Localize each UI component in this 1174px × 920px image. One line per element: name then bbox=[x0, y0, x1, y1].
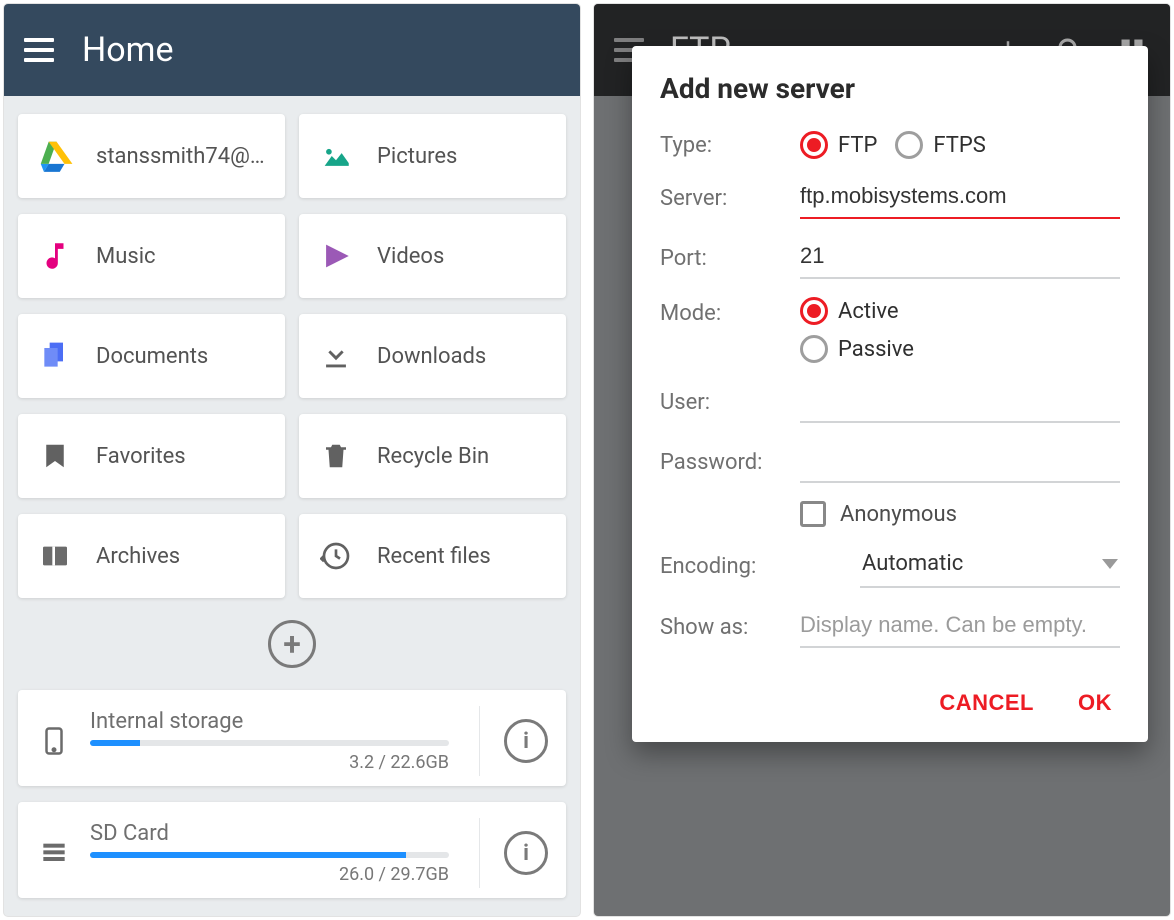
archives-icon bbox=[36, 537, 74, 575]
menu-icon[interactable] bbox=[24, 38, 54, 62]
storage-list: Internal storage 3.2 / 22.6GB i SD Card … bbox=[4, 690, 580, 898]
tile-label: Videos bbox=[377, 244, 444, 269]
row-user: User: bbox=[660, 381, 1120, 423]
home-screen: Home stanssmith74@… Pictures Music Vid bbox=[4, 4, 580, 916]
tile-label: Archives bbox=[96, 544, 180, 569]
music-icon bbox=[36, 237, 74, 275]
dialog-actions: CANCEL OK bbox=[660, 666, 1120, 722]
radio-label: Active bbox=[838, 299, 899, 324]
checkbox-label: Anonymous bbox=[840, 502, 957, 527]
tile-downloads[interactable]: Downloads bbox=[299, 314, 566, 398]
radio-label: FTPS bbox=[933, 133, 985, 158]
ok-button[interactable]: OK bbox=[1078, 690, 1112, 716]
tile-google-drive[interactable]: stanssmith74@… bbox=[18, 114, 285, 198]
tile-archives[interactable]: Archives bbox=[18, 514, 285, 598]
downloads-icon bbox=[317, 337, 355, 375]
label-mode: Mode: bbox=[660, 297, 790, 326]
server-input[interactable] bbox=[800, 177, 1120, 219]
radio-ftps[interactable]: FTPS bbox=[895, 131, 985, 159]
storage-bar bbox=[90, 852, 449, 858]
label-port: Port: bbox=[660, 246, 790, 271]
row-anonymous: Anonymous bbox=[660, 501, 1120, 527]
label-server: Server: bbox=[660, 186, 790, 211]
home-tiles: stanssmith74@… Pictures Music Videos Doc bbox=[4, 96, 580, 598]
google-drive-icon bbox=[36, 137, 74, 175]
storage-internal[interactable]: Internal storage 3.2 / 22.6GB i bbox=[18, 690, 566, 786]
radio-label: Passive bbox=[838, 337, 914, 362]
label-encoding: Encoding: bbox=[660, 554, 790, 579]
row-type: Type: FTP FTPS bbox=[660, 131, 1120, 159]
add-server-dialog: Add new server Type: FTP FTPS Server: Po… bbox=[632, 46, 1148, 742]
chevron-down-icon bbox=[1102, 559, 1118, 569]
tile-pictures[interactable]: Pictures bbox=[299, 114, 566, 198]
info-icon[interactable]: i bbox=[504, 831, 548, 875]
storage-body: SD Card 26.0 / 29.7GB bbox=[90, 821, 455, 885]
add-tile-row: + bbox=[4, 598, 580, 690]
label-show-as: Show as: bbox=[660, 615, 790, 640]
add-tile-button[interactable]: + bbox=[268, 620, 316, 668]
appbar-home: Home bbox=[4, 4, 580, 96]
type-radios: FTP FTPS bbox=[800, 131, 1120, 159]
row-port: Port: bbox=[660, 237, 1120, 279]
tile-label: Favorites bbox=[96, 444, 186, 469]
radio-ftp[interactable]: FTP bbox=[800, 131, 877, 159]
tile-label: Music bbox=[96, 244, 156, 269]
storage-bar bbox=[90, 740, 449, 746]
row-show-as: Show as: bbox=[660, 606, 1120, 648]
dialog-heading: Add new server bbox=[660, 72, 1120, 105]
row-encoding: Encoding: Automatic bbox=[660, 545, 1120, 588]
encoding-value: Automatic bbox=[862, 551, 963, 576]
tile-label: Recycle Bin bbox=[377, 444, 489, 469]
storage-sdcard[interactable]: SD Card 26.0 / 29.7GB i bbox=[18, 802, 566, 898]
storage-body: Internal storage 3.2 / 22.6GB bbox=[90, 709, 455, 773]
storage-name: SD Card bbox=[90, 821, 449, 846]
tile-documents[interactable]: Documents bbox=[18, 314, 285, 398]
videos-icon bbox=[317, 237, 355, 275]
documents-icon bbox=[36, 337, 74, 375]
tile-label: Recent files bbox=[377, 544, 491, 569]
user-input[interactable] bbox=[800, 381, 1120, 423]
trash-icon bbox=[317, 437, 355, 475]
row-server: Server: bbox=[660, 177, 1120, 219]
radio-passive[interactable]: Passive bbox=[800, 335, 914, 363]
divider bbox=[479, 706, 480, 776]
encoding-select[interactable]: Automatic bbox=[860, 545, 1120, 588]
port-input[interactable] bbox=[800, 237, 1120, 279]
label-user: User: bbox=[660, 390, 790, 415]
row-mode: Mode: Active Passive bbox=[660, 297, 1120, 363]
cancel-button[interactable]: CANCEL bbox=[939, 690, 1034, 716]
storage-icon bbox=[34, 837, 74, 869]
tile-label: Downloads bbox=[377, 344, 486, 369]
label-password: Password: bbox=[660, 450, 790, 475]
pictures-icon bbox=[317, 137, 355, 175]
radio-label: FTP bbox=[838, 133, 877, 158]
recent-icon bbox=[317, 537, 355, 575]
tile-recycle-bin[interactable]: Recycle Bin bbox=[299, 414, 566, 498]
tile-label: stanssmith74@… bbox=[96, 144, 265, 169]
tile-recent-files[interactable]: Recent files bbox=[299, 514, 566, 598]
password-input[interactable] bbox=[800, 441, 1120, 483]
show-as-input[interactable] bbox=[800, 606, 1120, 648]
favorites-icon bbox=[36, 437, 74, 475]
radio-active[interactable]: Active bbox=[800, 297, 899, 325]
storage-usage: 3.2 / 22.6GB bbox=[90, 752, 449, 773]
mode-radios: Active Passive bbox=[800, 297, 1120, 363]
anonymous-checkbox[interactable]: Anonymous bbox=[800, 501, 1120, 527]
info-icon[interactable]: i bbox=[504, 719, 548, 763]
phone-icon bbox=[34, 721, 74, 761]
ftp-screen: FTP Add new server Type: FTP FTPS Server… bbox=[594, 4, 1170, 916]
label-type: Type: bbox=[660, 133, 790, 158]
tile-label: Pictures bbox=[377, 144, 457, 169]
row-password: Password: bbox=[660, 441, 1120, 483]
divider bbox=[479, 818, 480, 888]
appbar-title: Home bbox=[82, 30, 174, 70]
tile-favorites[interactable]: Favorites bbox=[18, 414, 285, 498]
tile-videos[interactable]: Videos bbox=[299, 214, 566, 298]
storage-usage: 26.0 / 29.7GB bbox=[90, 864, 449, 885]
storage-name: Internal storage bbox=[90, 709, 449, 734]
tile-music[interactable]: Music bbox=[18, 214, 285, 298]
tile-label: Documents bbox=[96, 344, 208, 369]
